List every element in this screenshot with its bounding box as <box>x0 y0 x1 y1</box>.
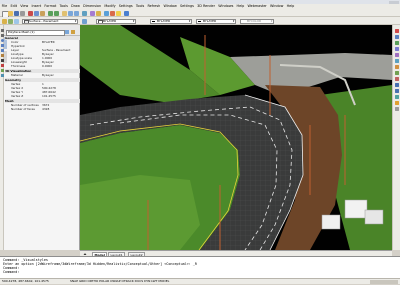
erase-icon[interactable] <box>395 29 399 33</box>
tray-icons[interactable] <box>370 279 398 284</box>
redo-icon[interactable] <box>54 10 59 16</box>
array-icon[interactable] <box>395 53 399 57</box>
prop-value: 4328 <box>42 107 50 111</box>
chevron-down-icon: ▾ <box>270 18 273 23</box>
save-icon[interactable] <box>14 10 19 16</box>
print-icon[interactable] <box>20 10 25 16</box>
layer-dropdown[interactable]: Surface - Pavement ▾ <box>22 18 78 24</box>
modify-toolbar <box>392 25 400 250</box>
copy-object-icon[interactable] <box>395 35 399 39</box>
billboard <box>364 209 384 225</box>
chevron-down-icon: ▾ <box>74 18 77 23</box>
help-icon[interactable] <box>124 10 129 16</box>
zoom-window-icon[interactable] <box>74 10 79 16</box>
extend-icon[interactable] <box>395 89 399 93</box>
command-input[interactable]: Command: <box>3 270 19 274</box>
layer-state-icon[interactable] <box>8 18 13 24</box>
prop-value: 101.4575 <box>42 94 56 98</box>
light-icon[interactable] <box>116 10 121 16</box>
chevron-down-icon: ▾ <box>132 18 135 23</box>
prop-row[interactable]: Vertex Z 101.4575 <box>10 94 80 98</box>
properties-toolbar: Surface - Pavement ▾ BYLAYER ▾ BYLAYER ▾… <box>0 17 400 25</box>
undo-icon[interactable] <box>48 10 53 16</box>
prop-key: Thickness <box>11 64 26 68</box>
selection-dropdown-value: Polyface Mesh (1) <box>8 30 35 34</box>
color-dropdown[interactable]: BYLAYER ▾ <box>96 18 136 24</box>
prop-key: Material <box>11 73 23 77</box>
lineweight-dropdown-value: BYLAYER <box>203 18 217 23</box>
command-history-line: Enter an option [2dWireframe/3dWireframe… <box>3 262 197 266</box>
prop-key: Number of faces <box>11 107 35 111</box>
freeze-icon[interactable] <box>14 18 19 24</box>
prop-row[interactable]: Thickness 0.0000 <box>10 64 80 68</box>
render-icon[interactable] <box>104 10 109 16</box>
orbit-icon[interactable] <box>82 10 87 16</box>
scale-icon[interactable] <box>395 71 399 75</box>
cut-icon[interactable] <box>28 10 33 16</box>
linetype-dropdown[interactable]: BYLAYER ▾ <box>150 18 192 24</box>
properties-panel: Polyface Mesh (1) General Color BYLAYER H… <box>4 25 80 250</box>
make-current-icon[interactable] <box>82 18 87 24</box>
properties-side-tabs <box>4 35 8 95</box>
prop-value: 0.0000 <box>42 64 53 68</box>
standard-toolbar <box>0 9 400 18</box>
plotstyle-dropdown-value: BYCOLOR <box>247 18 262 23</box>
color-swatch <box>98 20 103 23</box>
chevron-down-icon: ▾ <box>232 18 235 23</box>
zoom-icon[interactable] <box>68 10 73 16</box>
properties-icon[interactable] <box>90 10 95 16</box>
prop-row[interactable]: Number of faces 4328 <box>10 107 80 111</box>
layer-color-swatch <box>24 20 29 23</box>
design-center-tab[interactable] <box>4 51 7 63</box>
layers-icon[interactable] <box>96 10 101 16</box>
command-line[interactable]: Command: _Visualstyles Enter an option [… <box>0 256 400 278</box>
copy-icon[interactable] <box>34 10 39 16</box>
mirror-icon[interactable] <box>395 41 399 45</box>
open-icon[interactable] <box>8 10 13 16</box>
prop-row[interactable]: Material ByLayer <box>10 73 80 77</box>
move-icon[interactable] <box>395 59 399 63</box>
linetype-dropdown-value: BYLAYER <box>157 18 171 23</box>
fillet-icon[interactable] <box>395 95 399 99</box>
select-objects-icon[interactable] <box>71 30 75 34</box>
paste-icon[interactable] <box>40 10 45 16</box>
properties-icon[interactable] <box>395 107 399 111</box>
layer-manager-icon[interactable] <box>2 18 7 24</box>
model-viewport[interactable] <box>80 25 392 250</box>
trim-icon[interactable] <box>395 83 399 87</box>
prop-key: Vertex Z <box>11 94 24 98</box>
stretch-icon[interactable] <box>395 77 399 81</box>
lineweight-swatch <box>198 21 201 22</box>
plotstyle-dropdown[interactable]: BYCOLOR ▾ <box>240 18 274 24</box>
properties-header: Polyface Mesh (1) <box>4 25 80 36</box>
explode-icon[interactable] <box>395 101 399 105</box>
pan-icon[interactable] <box>62 10 67 16</box>
billboard <box>344 199 368 219</box>
grass-island-light <box>80 175 200 250</box>
layer-dropdown-value: Surface - Pavement <box>29 18 59 23</box>
road-rendering <box>80 25 392 250</box>
quick-select-icon[interactable] <box>65 30 69 34</box>
status-bar: 590.4278, 487.6642, 101.4575 SNAP GRID O… <box>0 278 400 284</box>
prop-value: ByLayer <box>42 73 54 77</box>
billboard <box>321 214 341 230</box>
color-dropdown-value: BYLAYER <box>103 18 117 23</box>
chevron-down-icon: ▾ <box>188 18 191 23</box>
rotate-icon[interactable] <box>395 65 399 69</box>
linetype-swatch <box>152 21 155 22</box>
offset-icon[interactable] <box>395 47 399 51</box>
material-icon[interactable] <box>110 10 115 16</box>
lineweight-dropdown[interactable]: BYLAYER ▾ <box>196 18 236 24</box>
